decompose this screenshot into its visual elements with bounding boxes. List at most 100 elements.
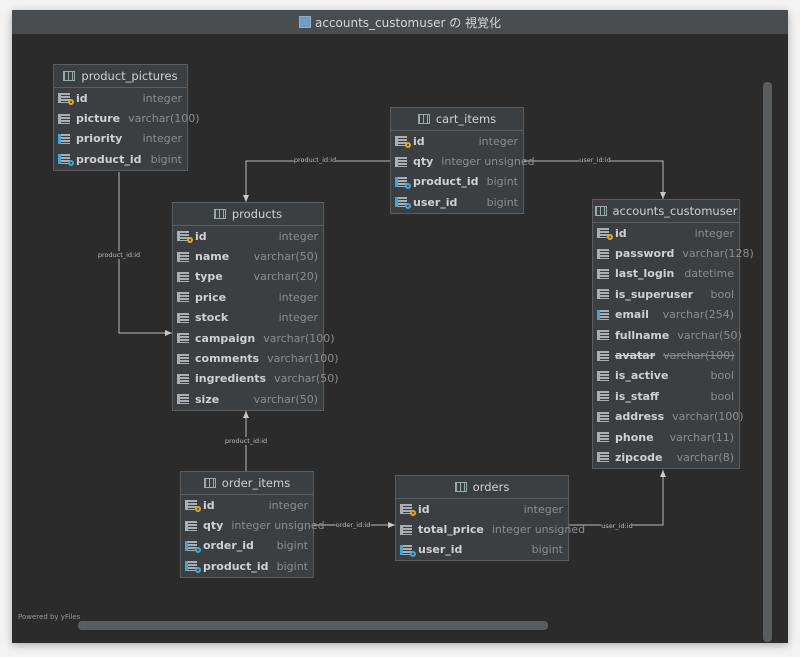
table-header[interactable]: cart_items xyxy=(391,108,523,131)
column-row[interactable]: product_id bigint xyxy=(391,172,523,192)
table-cart-items[interactable]: cart_items id integer qty integer unsigned pr… xyxy=(390,107,535,214)
column-row[interactable]: zipcode varchar(8) xyxy=(593,447,739,467)
column-row[interactable]: type varchar(20) xyxy=(173,267,323,287)
table-orders[interactable]: orders id integer total_price integer unsign… xyxy=(395,475,585,562)
column-type: integer xyxy=(478,134,518,148)
column-row[interactable]: comments varchar(100) xyxy=(173,348,339,368)
primary-key-icon xyxy=(177,230,193,244)
column-icon xyxy=(597,451,611,463)
column-row[interactable]: product_id bigint xyxy=(181,556,313,576)
table-product-pictures[interactable]: product_pictures id integer picture varchar(… xyxy=(53,64,200,171)
column-row[interactable]: size varchar(50) xyxy=(173,389,323,409)
column-name: stock xyxy=(195,311,229,325)
foreign-key-icon xyxy=(185,560,201,574)
horizontal-scrollbar[interactable] xyxy=(78,621,548,630)
foreign-key-icon xyxy=(395,196,411,210)
column-type: varchar(100) xyxy=(267,352,339,366)
column-name: phone xyxy=(615,430,654,444)
column-row[interactable]: ingredients varchar(50) xyxy=(173,369,339,389)
column-icon xyxy=(177,393,191,405)
column-type: bool xyxy=(710,369,735,383)
table-header[interactable]: orders xyxy=(396,476,568,499)
column-name: id xyxy=(203,498,215,512)
table-header[interactable]: accounts_customuser xyxy=(593,200,739,223)
column-type: integer unsigned xyxy=(441,155,535,169)
column-name: product_id xyxy=(76,152,142,166)
vertical-scrollbar[interactable] xyxy=(763,82,772,642)
column-row[interactable]: qty integer unsigned xyxy=(181,515,325,535)
column-row[interactable]: id integer xyxy=(593,223,739,243)
table-name: orders xyxy=(472,480,510,494)
column-row[interactable]: stock integer xyxy=(173,308,323,328)
column-row[interactable]: id integer xyxy=(54,88,187,108)
column-row[interactable]: id integer xyxy=(181,495,313,515)
column-name: id xyxy=(76,91,88,105)
column-row[interactable]: is_superuser bool xyxy=(593,284,739,304)
column-row[interactable]: picture varchar(100) xyxy=(54,108,200,128)
relation-edge[interactable] xyxy=(243,160,390,202)
diagram-canvas[interactable]: product_picturesid integer picture varchar(… xyxy=(12,34,774,642)
table-header[interactable]: product_pictures xyxy=(54,65,187,88)
column-row[interactable]: fullname varchar(50) xyxy=(593,325,742,345)
column-icon xyxy=(597,248,611,260)
column-icon xyxy=(400,524,414,536)
column-name: is_active xyxy=(615,369,669,383)
table-icon xyxy=(594,206,607,216)
column-name: email xyxy=(615,308,649,322)
column-row[interactable]: id integer xyxy=(391,131,523,151)
column-row[interactable]: id integer xyxy=(396,499,568,519)
column-row[interactable]: phone varchar(11) xyxy=(593,427,739,447)
column-type: integer unsigned xyxy=(231,519,325,533)
column-row[interactable]: id integer xyxy=(173,226,323,246)
column-row[interactable]: order_id bigint xyxy=(181,536,313,556)
column-row[interactable]: is_active bool xyxy=(593,366,739,386)
column-name: id xyxy=(413,134,425,148)
column-row[interactable]: password varchar(128) xyxy=(593,243,754,263)
relation-label: product_id:id xyxy=(224,437,268,445)
column-name: product_id xyxy=(413,175,479,189)
column-row[interactable]: user_id bigint xyxy=(396,540,568,560)
column-row[interactable]: price integer xyxy=(173,287,323,307)
table-name: order_items xyxy=(221,476,291,490)
column-row[interactable]: email varchar(254) xyxy=(593,305,739,325)
column-row[interactable]: avatar varchar(100) xyxy=(593,345,739,365)
column-name: is_superuser xyxy=(615,287,694,301)
column-name: password xyxy=(615,247,675,261)
column-row[interactable]: priority integer xyxy=(54,129,187,149)
table-icon xyxy=(63,71,76,81)
column-type: integer xyxy=(523,502,563,516)
table-order-items[interactable]: order_itemsid integer qty integer unsigned o… xyxy=(180,471,325,578)
relation-label: product_id:id xyxy=(293,156,337,164)
column-type: varchar(50) xyxy=(274,372,339,386)
primary-key-icon xyxy=(597,227,613,241)
column-name: id xyxy=(195,229,207,243)
column-row[interactable]: is_staff bool xyxy=(593,386,739,406)
column-name: is_staff xyxy=(615,389,659,403)
column-row[interactable]: name varchar(50) xyxy=(173,246,323,266)
column-row[interactable]: address varchar(100) xyxy=(593,407,744,427)
column-type: integer xyxy=(268,498,308,512)
relation-label: user_id:id xyxy=(601,522,633,530)
column-row[interactable]: qty integer unsigned xyxy=(391,151,535,171)
column-row[interactable]: product_id bigint xyxy=(54,149,187,169)
title-bar: accounts_customuser の 視覚化 xyxy=(12,10,788,34)
column-row[interactable]: last_login datetime xyxy=(593,264,739,284)
column-row[interactable]: user_id bigint xyxy=(391,192,523,212)
column-type: bool xyxy=(710,389,735,403)
column-type: varchar(100) xyxy=(128,112,200,126)
column-name: zipcode xyxy=(615,450,663,464)
column-icon xyxy=(177,251,191,263)
column-icon xyxy=(177,271,191,283)
column-name: last_login xyxy=(615,267,675,281)
table-header[interactable]: order_items xyxy=(181,472,313,495)
column-row[interactable]: total_price integer unsigned xyxy=(396,519,585,539)
column-row[interactable]: campaign varchar(100) xyxy=(173,328,335,348)
relation-edge[interactable] xyxy=(522,160,666,199)
column-type: varchar(20) xyxy=(253,270,318,284)
table-products[interactable]: products id integer name varchar(50) type varc… xyxy=(172,202,339,411)
table-header[interactable]: products xyxy=(173,203,323,226)
column-icon xyxy=(597,431,611,443)
table-accounts-customuser[interactable]: accounts_customuser id integer password varc… xyxy=(592,199,754,469)
relation-edge[interactable] xyxy=(567,470,666,526)
column-icon xyxy=(597,350,611,362)
